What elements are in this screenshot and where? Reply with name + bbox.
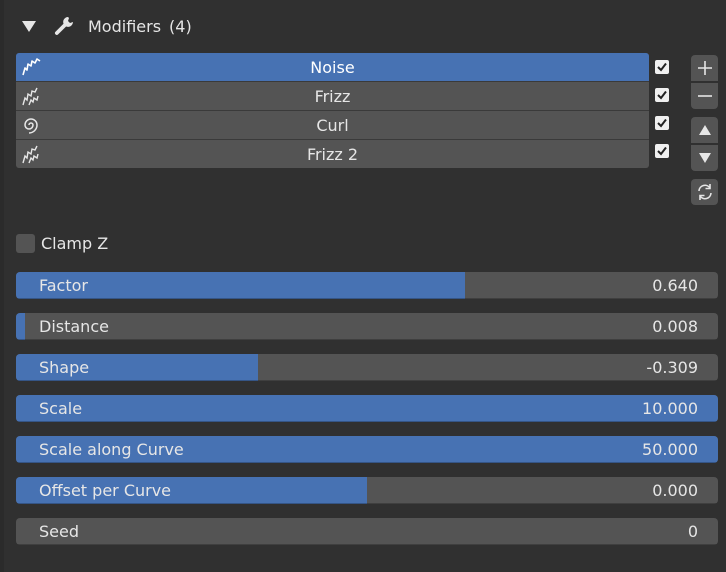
slider-value: 0	[687, 522, 698, 541]
shape-slider[interactable]: Shape -0.309	[16, 354, 718, 381]
slider-value: 10.000	[642, 399, 698, 418]
list-item-label: Frizz 2	[306, 144, 359, 164]
slider-label: Shape	[39, 358, 90, 377]
triangle-down-icon[interactable]	[22, 20, 36, 32]
slider-value: -0.309	[646, 358, 698, 377]
slider-fill	[16, 313, 25, 340]
checkmark-icon	[657, 90, 667, 100]
list-item-noise[interactable]: Noise	[16, 53, 649, 82]
refresh-button[interactable]	[691, 179, 718, 205]
list-item-curl[interactable]: Curl	[16, 111, 649, 140]
seed-field[interactable]: Seed 0	[16, 518, 718, 545]
slider-fill	[16, 395, 718, 422]
scale-slider[interactable]: Scale 10.000	[16, 395, 718, 422]
list-item-frizz-2[interactable]: Frizz 2	[16, 140, 649, 168]
slider-label: Scale along Curve	[39, 440, 184, 459]
slider-value: 0.000	[652, 481, 698, 500]
modifier-list[interactable]: Noise Frizz Curl Frizz 2	[16, 53, 649, 168]
slider-label: Offset per Curve	[39, 481, 172, 500]
list-item-label: Noise	[310, 57, 355, 77]
clamp-z-toggle[interactable]: Clamp Z	[16, 234, 108, 253]
slider-value: 0.640	[652, 276, 698, 295]
noise-icon	[22, 58, 41, 76]
remove-modifier-button[interactable]	[691, 83, 718, 109]
checkmark-icon	[657, 146, 667, 156]
frizz-icon	[22, 145, 39, 164]
panel-title: Modifiers	[88, 16, 162, 36]
curl-icon	[24, 118, 38, 134]
list-item-label: Curl	[316, 115, 349, 135]
clamp-z-label: Clamp Z	[41, 234, 109, 253]
distance-slider[interactable]: Distance 0.008	[16, 313, 718, 340]
offset-per-curve-slider[interactable]: Offset per Curve 0.000	[16, 477, 718, 504]
slider-label: Seed	[39, 522, 79, 541]
slider-label: Distance	[39, 317, 109, 336]
move-down-icon	[698, 153, 711, 163]
move-down-button[interactable]	[691, 145, 718, 171]
frizz-icon	[22, 87, 39, 106]
refresh-icon	[697, 184, 712, 200]
slider-value: 50.000	[642, 440, 698, 459]
plus-icon	[697, 61, 712, 75]
slider-value: 0.008	[652, 317, 698, 336]
checkmark-icon	[657, 62, 667, 72]
enable-checkbox-noise[interactable]	[655, 60, 669, 74]
enable-checkboxes	[655, 53, 671, 172]
wrench-icon	[52, 14, 76, 38]
clamp-z-checkbox[interactable]	[16, 234, 35, 253]
panel-header[interactable]: Modifiers (4)	[22, 12, 192, 40]
checkmark-icon	[657, 118, 667, 128]
scale-along-curve-slider[interactable]: Scale along Curve 50.000	[16, 436, 718, 463]
enable-checkbox-frizz[interactable]	[655, 88, 669, 102]
add-modifier-button[interactable]	[691, 55, 718, 81]
enable-checkbox-curl[interactable]	[655, 116, 669, 130]
modifiers-panel: Modifiers (4) Noise Frizz Curl Frizz 2 C…	[4, 0, 726, 572]
move-up-button[interactable]	[691, 117, 718, 143]
enable-checkbox-frizz-2[interactable]	[655, 144, 669, 158]
list-side-buttons	[691, 55, 718, 205]
factor-slider[interactable]: Factor 0.640	[16, 272, 718, 299]
minus-icon	[697, 95, 712, 97]
slider-label: Scale	[39, 399, 83, 418]
list-item-label: Frizz	[314, 86, 351, 106]
modifier-count: (4)	[169, 16, 192, 36]
move-up-icon	[698, 125, 711, 135]
slider-label: Factor	[39, 276, 88, 295]
list-item-frizz[interactable]: Frizz	[16, 82, 649, 111]
